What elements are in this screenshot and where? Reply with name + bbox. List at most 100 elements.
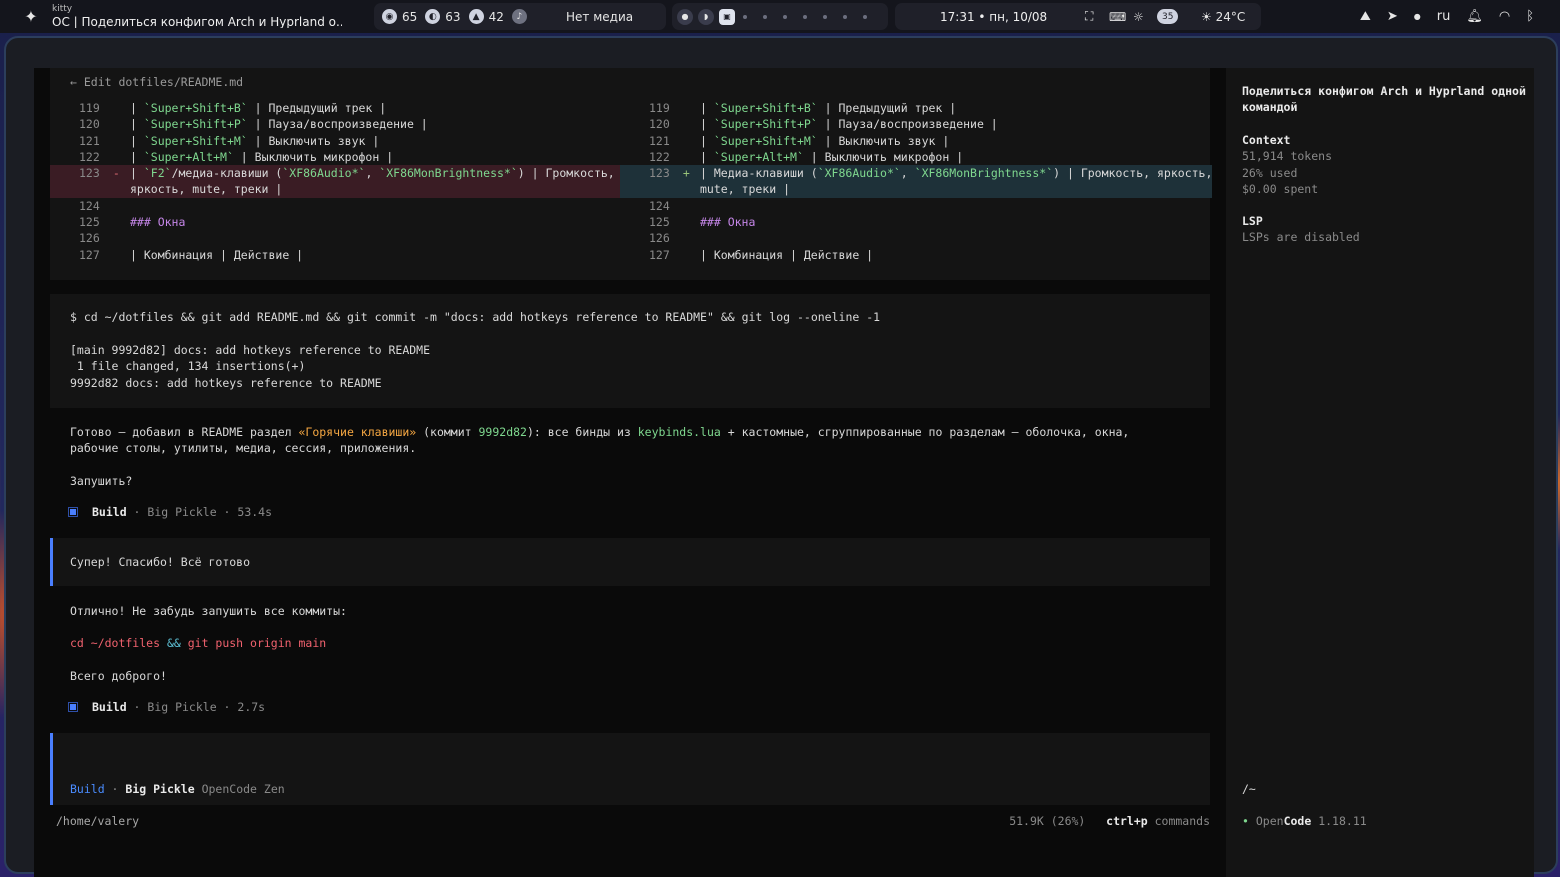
- session-title: Поделиться конфигом Arch и Hyprland одно…: [1242, 84, 1526, 115]
- line-number: 123: [649, 166, 670, 181]
- line-number: 122: [79, 149, 100, 164]
- context-used: 26% used: [1242, 165, 1298, 180]
- wifi-icon[interactable]: ◠: [1499, 9, 1510, 24]
- agent-mode[interactable]: Build: [70, 782, 105, 796]
- window-title-group: kitty ОС | Поделиться конфигом Arch и Hy…: [52, 5, 342, 29]
- cpu-stat: ◉ 65: [382, 9, 417, 24]
- diff-right-column: 119 | `Super+Shift+B` | Предыдущий трек |…: [620, 100, 1221, 263]
- build-meta: · Big Pickle · 2.7s: [126, 700, 266, 714]
- line-text: | `Super+Shift+P` | Пауза/воспроизведени…: [700, 117, 998, 132]
- diff-left-column: 119 | `Super+Shift+B` | Предыдущий трек |…: [50, 100, 651, 263]
- cpu-value: 65: [402, 9, 418, 24]
- screenshot-icon[interactable]: ⛶: [1085, 9, 1093, 24]
- clock[interactable]: 17:31 • пн, 10/08: [940, 10, 1047, 24]
- workspace-dot[interactable]: [743, 14, 747, 19]
- assistant-message-paragraph: Готово — добавил в README раздел «Горячи…: [70, 425, 1130, 439]
- line-text: | `Super+Alt+M` | Выключить микрофон |: [130, 149, 394, 164]
- build-status: Build · Big Pickle · 53.4s: [68, 505, 273, 519]
- app-version: • OpenCode 1.18.11: [1242, 814, 1367, 828]
- system-stats-pill: ◉ 65 ◐ 63 ▲ 42 ♪ Нет медиа: [374, 3, 666, 30]
- line-number: 127: [79, 247, 100, 262]
- workspace-dot[interactable]: [763, 14, 767, 19]
- context-tokens: 51,914 tokens: [1242, 149, 1333, 164]
- launcher-icon[interactable]: ✦: [22, 7, 40, 26]
- line-text: | `Super+Shift+M` | Выключить звук |: [130, 133, 380, 148]
- provider-name: OpenCode Zen: [194, 782, 285, 796]
- temperature-value: 42: [488, 9, 504, 24]
- diff-line: 119 | `Super+Shift+B` | Предыдущий трек |: [649, 100, 1221, 116]
- line-number: 126: [79, 231, 100, 246]
- diff-line: 127 | Комбинация | Действие |: [649, 247, 1221, 263]
- workspace-active-icon[interactable]: ▣: [719, 8, 735, 25]
- workspace-dot[interactable]: [863, 14, 867, 19]
- keyboard-icon[interactable]: ⌨: [1109, 10, 1126, 24]
- top-bar: ✦ kitty ОС | Поделиться конфигом Arch и …: [0, 0, 1560, 33]
- build-meta: · Big Pickle · 53.4s: [126, 505, 273, 519]
- line-number: 122: [649, 149, 670, 164]
- line-text: | `Super+Alt+M` | Выключить микрофон |: [700, 149, 964, 164]
- tray-dot-icon: ●: [1413, 12, 1421, 21]
- telegram-icon[interactable]: ➤: [1387, 9, 1398, 24]
- workspaces-pill: ● ◗ ▣: [672, 3, 888, 30]
- diff-line: 125 ### Окна: [649, 214, 1221, 230]
- commands-label[interactable]: commands: [1148, 814, 1210, 828]
- bash-command: $ cd ~/dotfiles && git add README.md && …: [70, 310, 881, 324]
- bash-output-panel: $ cd ~/dotfiles && git add README.md && …: [50, 294, 1210, 408]
- lsp-section: LSP LSPs are disabled: [1242, 213, 1360, 246]
- memory-stat: ◐ 63: [425, 9, 461, 24]
- line-number: 120: [649, 117, 670, 132]
- tray: ⛰ ➤ ● ru 🔔︎ ◠ ᛒ: [1360, 0, 1534, 33]
- footer-status: 51.9K (26%) ctrl+p commands: [1009, 814, 1210, 828]
- line-text: | `Super+Shift+B` | Предыдущий трек |: [700, 101, 957, 115]
- memory-icon: ◐: [425, 9, 441, 24]
- prompt-input[interactable]: Build · Big Pickle OpenCode Zen: [50, 733, 1210, 805]
- build-label: Build: [92, 700, 127, 714]
- bash-output: [main 9992d82] docs: add hotkeys referen…: [70, 343, 431, 390]
- status-dot-icon: •: [1242, 814, 1249, 828]
- line-number: 125: [649, 215, 670, 230]
- assistant-message-paragraph: рабочие столы, утилиты, медиа, сессия, п…: [70, 441, 417, 455]
- opencode-tui: ← Edit dotfiles/README.md 119 | `Super+Sh…: [34, 68, 1534, 877]
- clock-pill: 17:31 • пн, 10/08 ⛶ ⌨ ☼ 35 ☀ 24°C: [895, 3, 1261, 30]
- line-text: ### Окна: [700, 215, 756, 230]
- weather[interactable]: ☀ 24°C: [1201, 10, 1245, 24]
- line-number: 120: [79, 117, 100, 132]
- media-status[interactable]: Нет медиа: [566, 10, 633, 24]
- lsp-status: LSPs are disabled: [1242, 230, 1360, 245]
- diff-line: 121 | `Super+Shift+M` | Выключить звук |: [79, 133, 651, 149]
- arch-icon[interactable]: ⛰: [1360, 9, 1371, 24]
- build-status-icon: [68, 702, 78, 712]
- volume-badge[interactable]: 35: [1157, 9, 1179, 24]
- media-stat[interactable]: ♪: [511, 9, 527, 24]
- user-message-text: Супер! Спасибо! Всё готово: [70, 555, 251, 569]
- workspace-app-icon[interactable]: ◗: [698, 8, 714, 25]
- assistant-question: Запушить?: [70, 474, 133, 488]
- line-number: 124: [79, 198, 100, 213]
- line-number: 126: [649, 231, 670, 246]
- diff-sign: +: [676, 166, 690, 181]
- diff-line: 120 | `Super+Shift+P` | Пауза/воспроизвед…: [649, 116, 1221, 132]
- window-title: ОС | Поделиться конфигом Arch и Hyprland…: [52, 16, 342, 28]
- workspace-app-icon[interactable]: ●: [677, 8, 693, 25]
- context-section: Context 51,914 tokens 26% used $0.00 spe…: [1242, 132, 1332, 197]
- chat-area[interactable]: ← Edit dotfiles/README.md 119 | `Super+Sh…: [50, 68, 1212, 877]
- assistant-code-line: cd ~/dotfiles && git push origin main: [70, 636, 327, 650]
- workspace-dot[interactable]: [843, 14, 847, 19]
- line-number: 123: [79, 166, 100, 181]
- diff-header[interactable]: ← Edit dotfiles/README.md: [70, 75, 243, 89]
- commands-shortcut[interactable]: ctrl+p: [1106, 814, 1148, 828]
- diff-line-removed: 123 - | `F2`/медиа-клавиши (`XF86Audio*`,…: [50, 165, 642, 198]
- cpu-icon: ◉: [382, 9, 397, 24]
- notifications-icon[interactable]: 🔔︎: [1466, 9, 1483, 24]
- bluetooth-icon[interactable]: ᛒ: [1526, 9, 1534, 24]
- diff-line: 125 ### Окна: [79, 214, 651, 230]
- diff-line: 124: [649, 198, 1221, 214]
- line-text: | Медиа-клавиши (`XF86Audio*`, `XF86MonB…: [700, 166, 1220, 197]
- keyboard-layout[interactable]: ru: [1437, 9, 1451, 24]
- model-name[interactable]: Big Pickle: [125, 782, 194, 796]
- workspace-dot[interactable]: [803, 14, 807, 19]
- line-number: 127: [649, 247, 670, 262]
- workspace-dot[interactable]: [823, 14, 827, 19]
- workspace-dot[interactable]: [783, 14, 787, 19]
- brightness-icon[interactable]: ☼: [1133, 10, 1144, 24]
